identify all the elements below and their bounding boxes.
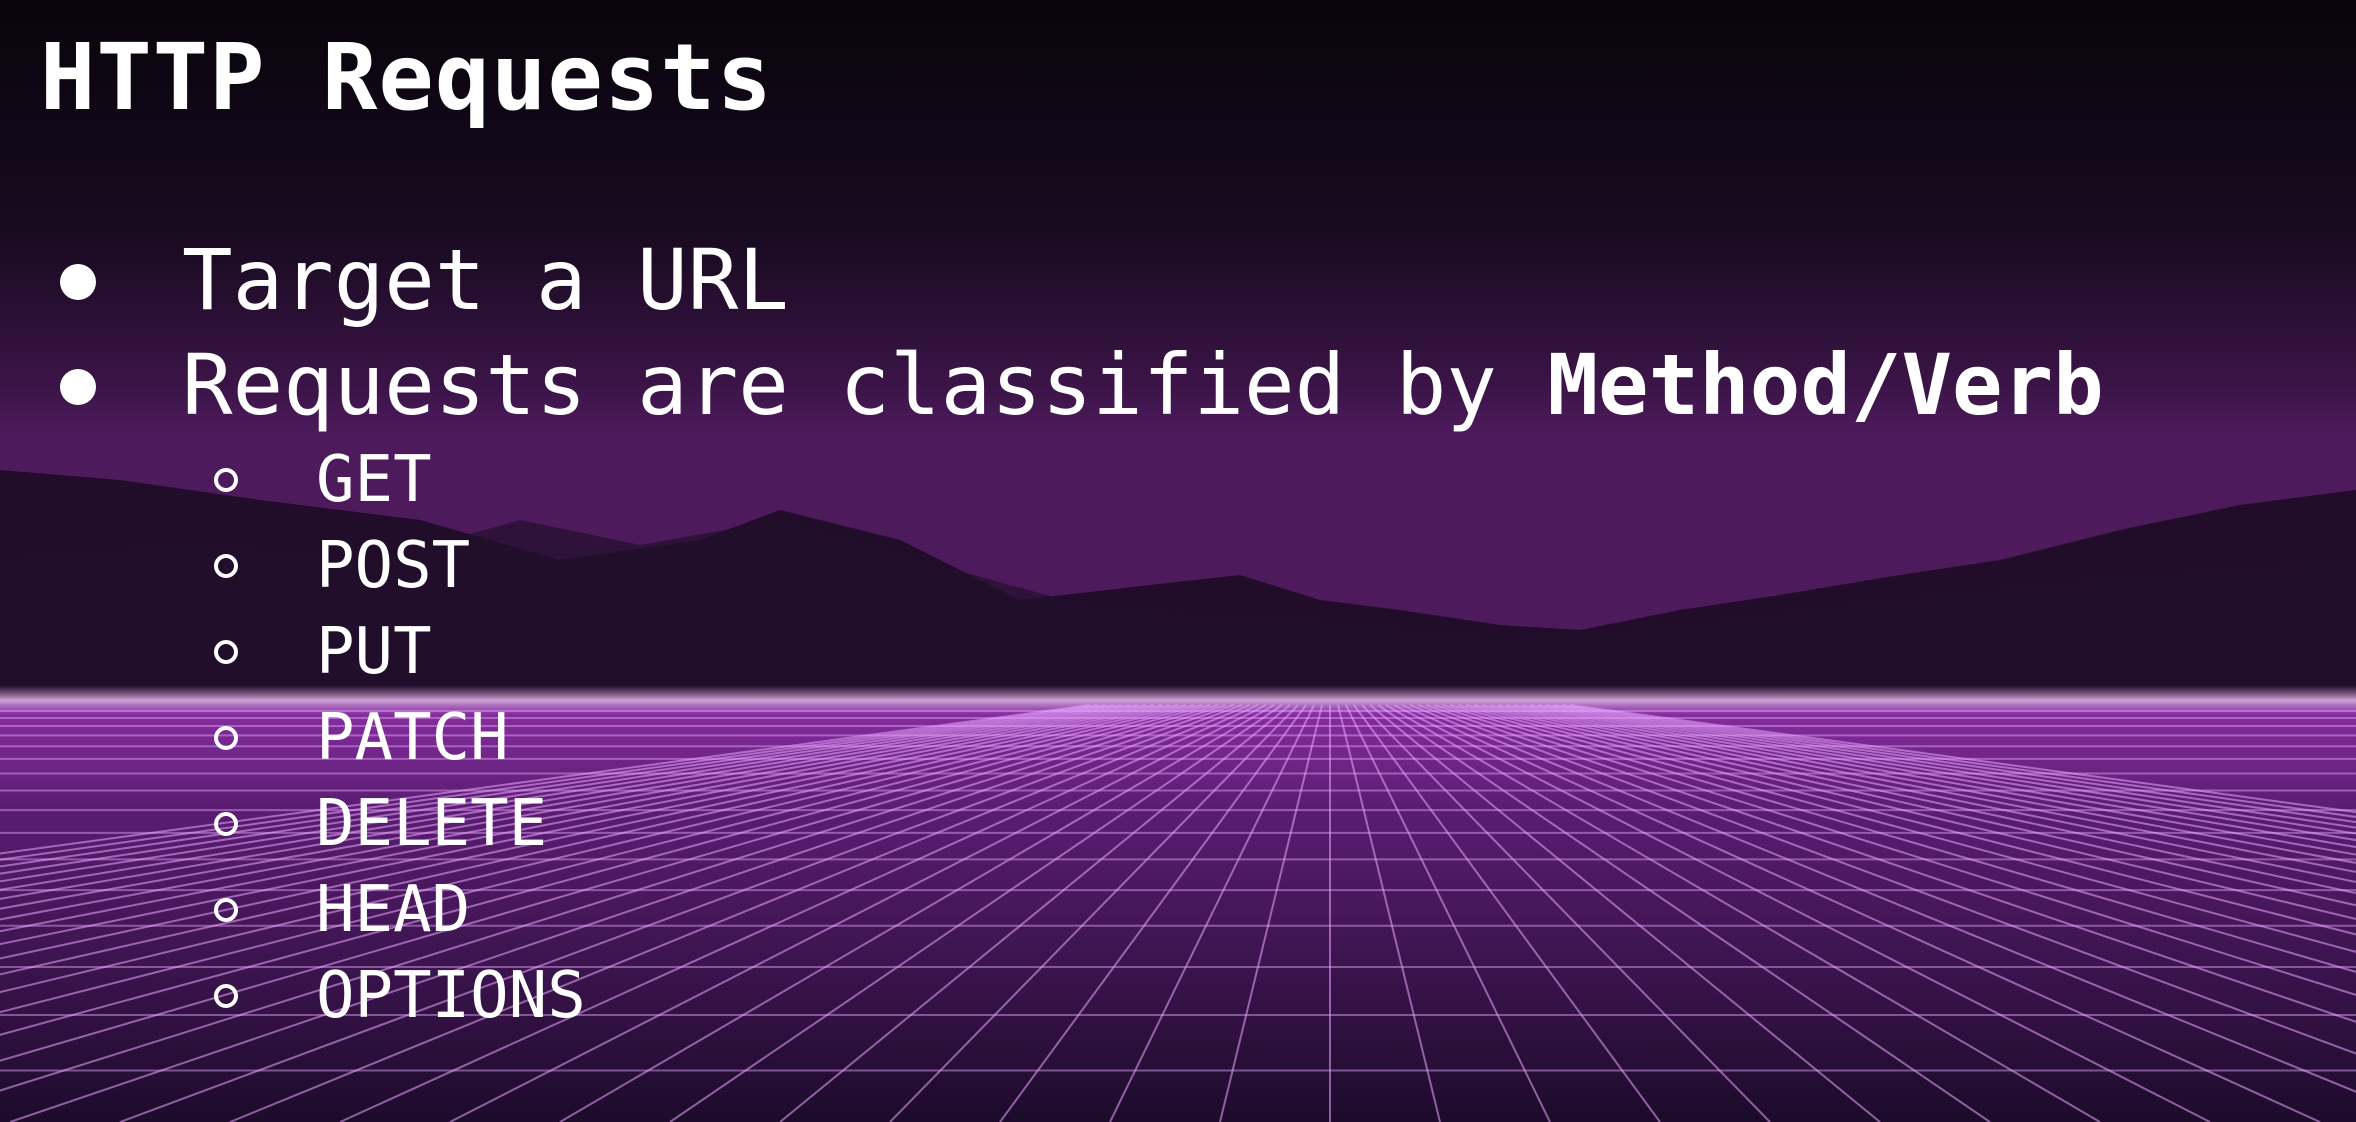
bullet-target-url: Target a URL bbox=[60, 230, 789, 330]
method-label: HEAD bbox=[316, 873, 471, 947]
hollow-bullet-icon bbox=[214, 468, 238, 493]
bullet-bold-text: Method/Verb bbox=[1547, 336, 2104, 434]
method-put: PUT bbox=[214, 610, 432, 694]
hollow-bullet-icon bbox=[214, 554, 238, 579]
method-label: GET bbox=[316, 443, 432, 517]
hollow-bullet-icon bbox=[214, 984, 238, 1009]
method-patch: PATCH bbox=[214, 696, 509, 780]
method-label: DELETE bbox=[316, 787, 548, 861]
method-get: GET bbox=[214, 438, 432, 522]
hollow-bullet-icon bbox=[214, 812, 238, 837]
method-label: POST bbox=[316, 529, 471, 603]
bullet-dot-icon bbox=[60, 369, 96, 406]
hollow-bullet-icon bbox=[214, 898, 238, 923]
bullet-classified: Requests are classified by Method/Verb bbox=[60, 335, 2104, 435]
slide: HTTP Requests Target a URL Requests are … bbox=[0, 0, 2356, 1122]
method-head: HEAD bbox=[214, 868, 470, 952]
method-label: OPTIONS bbox=[316, 959, 586, 1033]
hollow-bullet-icon bbox=[214, 640, 238, 665]
method-label: PUT bbox=[316, 615, 432, 689]
method-delete: DELETE bbox=[214, 782, 547, 866]
method-label: PATCH bbox=[316, 701, 509, 775]
hollow-bullet-icon bbox=[214, 726, 238, 751]
bullet-text: Target a URL bbox=[182, 231, 789, 329]
slide-title: HTTP Requests bbox=[40, 24, 774, 131]
method-post: POST bbox=[214, 524, 470, 608]
bullet-dot-icon bbox=[60, 264, 96, 301]
bullet-text: Requests are classified by bbox=[182, 336, 1548, 434]
method-options: OPTIONS bbox=[214, 954, 586, 1038]
